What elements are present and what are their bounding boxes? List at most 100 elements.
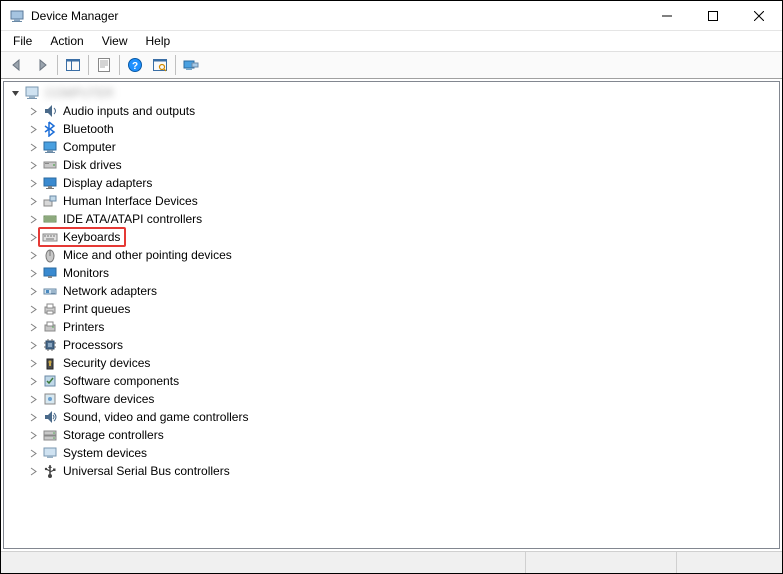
tree-item[interactable]: Bluetooth — [4, 120, 779, 138]
tree-item-label: Display adapters — [61, 176, 154, 190]
usb-icon — [42, 463, 58, 479]
expand-toggle[interactable] — [8, 86, 22, 100]
tree-children: Audio inputs and outputs BluetoothCompute… — [4, 102, 779, 480]
tree-item[interactable]: Software devices — [4, 390, 779, 408]
tree-item[interactable]: Human Interface Devices — [4, 192, 779, 210]
tree-item[interactable]: Display adapters — [4, 174, 779, 192]
sound-icon — [42, 409, 58, 425]
tree-item[interactable]: Mice and other pointing devices — [4, 246, 779, 264]
disk-icon — [42, 157, 58, 173]
statusbar — [1, 551, 782, 573]
expand-toggle[interactable] — [26, 302, 40, 316]
help-button[interactable]: ? — [123, 53, 147, 77]
tree-item-label: Universal Serial Bus controllers — [61, 464, 232, 478]
devices-button[interactable] — [179, 53, 203, 77]
expand-toggle[interactable] — [26, 176, 40, 190]
toolbar-separator — [57, 55, 58, 75]
expand-toggle[interactable] — [26, 194, 40, 208]
security-icon — [42, 355, 58, 371]
tree-item[interactable]: System devices — [4, 444, 779, 462]
status-cell — [677, 552, 782, 573]
status-cell — [526, 552, 677, 573]
titlebar: Device Manager — [1, 1, 782, 31]
tree-item-label: Sound, video and game controllers — [61, 410, 250, 424]
toolbar: ? — [1, 51, 782, 79]
tree-item-label: Keyboards — [61, 230, 122, 244]
tree-item-label: Print queues — [61, 302, 132, 316]
tree-item[interactable]: Printers — [4, 318, 779, 336]
expand-toggle[interactable] — [26, 374, 40, 388]
tree-item-label: Human Interface Devices — [61, 194, 200, 208]
tree-item[interactable]: Processors — [4, 336, 779, 354]
tree-item[interactable]: IDE ATA/ATAPI controllers — [4, 210, 779, 228]
device-tree[interactable]: COMPUTER Audio inputs and outputs Bluetoo… — [3, 81, 780, 549]
tree-root-row[interactable]: COMPUTER — [4, 84, 779, 102]
expand-toggle[interactable] — [26, 212, 40, 226]
forward-button[interactable] — [30, 53, 54, 77]
hid-icon — [42, 193, 58, 209]
tree-item[interactable]: Print queues — [4, 300, 779, 318]
tree-item-label: Storage controllers — [61, 428, 166, 442]
tree-item[interactable]: Disk drives — [4, 156, 779, 174]
expand-toggle[interactable] — [26, 428, 40, 442]
ide-icon — [42, 211, 58, 227]
expand-toggle[interactable] — [26, 392, 40, 406]
tree-item[interactable]: Software components — [4, 372, 779, 390]
tree-item[interactable]: Computer — [4, 138, 779, 156]
tree-item-label: Audio inputs and outputs — [61, 104, 197, 118]
expand-toggle[interactable] — [26, 248, 40, 262]
window-controls — [644, 1, 782, 30]
maximize-button[interactable] — [690, 1, 736, 30]
scan-hardware-button[interactable] — [148, 53, 172, 77]
expand-toggle[interactable] — [26, 410, 40, 424]
root-label: COMPUTER — [43, 86, 116, 100]
expand-toggle[interactable] — [26, 320, 40, 334]
network-icon — [42, 283, 58, 299]
tree-item[interactable]: Monitors — [4, 264, 779, 282]
expand-toggle[interactable] — [26, 158, 40, 172]
monitor-icon — [42, 265, 58, 281]
highlighted-item: Keyboards — [38, 227, 126, 247]
window-title: Device Manager — [31, 9, 118, 23]
display-icon — [42, 175, 58, 191]
menu-file[interactable]: File — [5, 33, 40, 49]
device-manager-window: Device Manager File Action View Help — [0, 0, 783, 574]
properties-button[interactable] — [92, 53, 116, 77]
menu-help[interactable]: Help — [138, 33, 179, 49]
expand-toggle[interactable] — [26, 356, 40, 370]
bluetooth-icon — [42, 121, 58, 137]
expand-toggle[interactable] — [26, 266, 40, 280]
menu-action[interactable]: Action — [42, 33, 91, 49]
expand-toggle[interactable] — [26, 122, 40, 136]
tree-item-label: System devices — [61, 446, 149, 460]
expand-toggle[interactable] — [26, 446, 40, 460]
expand-toggle[interactable] — [26, 338, 40, 352]
mouse-icon — [42, 247, 58, 263]
tree-item[interactable]: Network adapters — [4, 282, 779, 300]
tree-item[interactable]: Audio inputs and outputs — [4, 102, 779, 120]
tree-item[interactable]: Security devices — [4, 354, 779, 372]
tree-item-label: Disk drives — [61, 158, 124, 172]
printer-icon — [42, 319, 58, 335]
menu-view[interactable]: View — [94, 33, 136, 49]
tree-item[interactable]: Keyboards — [4, 228, 779, 246]
tree-item[interactable]: Sound, video and game controllers — [4, 408, 779, 426]
close-button[interactable] — [736, 1, 782, 30]
expand-toggle[interactable] — [26, 464, 40, 478]
expand-toggle[interactable] — [26, 140, 40, 154]
computer-root-icon — [24, 85, 40, 101]
printqueue-icon — [42, 301, 58, 317]
computer-icon — [42, 139, 58, 155]
back-button[interactable] — [5, 53, 29, 77]
tree-item-label: IDE ATA/ATAPI controllers — [61, 212, 204, 226]
tree-item[interactable]: Universal Serial Bus controllers — [4, 462, 779, 480]
tree-item[interactable]: Storage controllers — [4, 426, 779, 444]
show-hide-tree-button[interactable] — [61, 53, 85, 77]
menubar: File Action View Help — [1, 31, 782, 51]
svg-text:?: ? — [132, 61, 138, 72]
tree-item-label: Printers — [61, 320, 106, 334]
expand-toggle[interactable] — [26, 104, 40, 118]
minimize-button[interactable] — [644, 1, 690, 30]
expand-toggle[interactable] — [26, 284, 40, 298]
tree-item-label: Processors — [61, 338, 125, 352]
